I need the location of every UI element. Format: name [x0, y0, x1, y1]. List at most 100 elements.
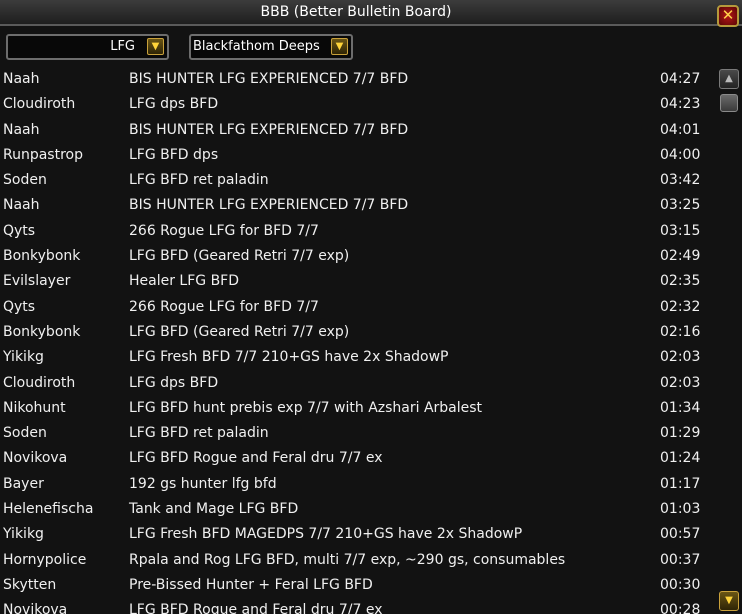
message-list: Naah BIS HUNTER LFG EXPERIENCED 7/7 BFD 04… [0, 67, 716, 614]
message-time: 03:42 [660, 172, 701, 189]
sender-name: Qyts [3, 222, 36, 239]
sender-name: Soden [3, 425, 47, 442]
message-text: LFG BFD dps [129, 146, 219, 163]
sender-name: Runpastrop [3, 146, 83, 163]
message-text: LFG dps BFD [129, 374, 219, 391]
list-item[interactable]: Yikikg LFG Fresh BFD MAGEDPS 7/7 210+GS h… [0, 522, 716, 547]
sender-name: Novikova [3, 450, 68, 467]
message-text: LFG dps BFD [129, 96, 219, 113]
list-item[interactable]: Evilslayer Healer LFG BFD 02:35 [0, 269, 716, 294]
message-text: Pre-Bissed Hunter + Feral LFG BFD [129, 576, 373, 593]
message-time: 00:30 [660, 576, 701, 593]
list-item[interactable]: Hornypolice Rpala and Rog LFG BFD, multi … [0, 548, 716, 573]
message-time: 04:23 [660, 96, 701, 113]
scrollbar[interactable]: ▲ ▼ [717, 67, 742, 614]
message-time: 01:24 [660, 450, 701, 467]
message-text: LFG BFD ret paladin [129, 425, 269, 442]
message-text: 192 gs hunter lfg bfd [129, 475, 277, 492]
message-text: Healer LFG BFD [129, 273, 240, 290]
list-item[interactable]: Soden LFG BFD ret paladin 03:42 [0, 168, 716, 193]
message-time: 02:16 [660, 323, 701, 340]
sender-name: Naah [3, 121, 40, 138]
category-dropdown[interactable]: LFG ▼ [6, 34, 169, 60]
list-item[interactable]: Naah BIS HUNTER LFG EXPERIENCED 7/7 BFD 04… [0, 118, 716, 143]
list-item[interactable]: Bonkybonk LFG BFD (Geared Retri 7/7 exp) 0… [0, 320, 716, 345]
sender-name: Skytten [3, 576, 57, 593]
scroll-down-button[interactable]: ▼ [719, 591, 739, 611]
message-time: 01:17 [660, 475, 701, 492]
sender-name: Yikikg [3, 349, 44, 366]
close-icon: ✕ [721, 6, 735, 24]
arrow-up-icon: ▲ [725, 73, 733, 84]
message-text: 266 Rogue LFG for BFD 7/7 [129, 298, 319, 315]
message-time: 01:29 [660, 425, 701, 442]
list-item[interactable]: Cloudiroth LFG dps BFD 02:03 [0, 371, 716, 396]
message-time: 00:37 [660, 551, 701, 568]
list-item[interactable]: Runpastrop LFG BFD dps 04:00 [0, 143, 716, 168]
list-item[interactable]: Bonkybonk LFG BFD (Geared Retri 7/7 exp) 0… [0, 244, 716, 269]
list-item[interactable]: Naah BIS HUNTER LFG EXPERIENCED 7/7 BFD 03… [0, 193, 716, 218]
list-item[interactable]: Cloudiroth LFG dps BFD 04:23 [0, 92, 716, 117]
message-text: LFG BFD Rogue and Feral dru 7/7 ex [129, 450, 383, 467]
sender-name: Helenefischa [3, 501, 94, 518]
message-time: 02:03 [660, 374, 701, 391]
message-text: 266 Rogue LFG for BFD 7/7 [129, 222, 319, 239]
chevron-down-icon[interactable]: ▼ [147, 38, 164, 55]
sender-name: Naah [3, 197, 40, 214]
list-item[interactable]: Bayer 192 gs hunter lfg bfd 01:17 [0, 472, 716, 497]
sender-name: Qyts [3, 298, 36, 315]
window-title: BBB (Better Bulletin Board) [260, 4, 452, 20]
message-time: 04:00 [660, 146, 701, 163]
sender-name: Yikikg [3, 526, 44, 543]
message-text: LFG BFD Rogue and Feral dru 7/7 ex [129, 602, 383, 614]
message-time: 04:01 [660, 121, 701, 138]
list-item[interactable]: Qyts 266 Rogue LFG for BFD 7/7 03:15 [0, 219, 716, 244]
message-time: 02:03 [660, 349, 701, 366]
sender-name: Evilslayer [3, 273, 71, 290]
message-time: 01:03 [660, 501, 701, 518]
category-dropdown-value: LFG [110, 39, 135, 54]
sender-name: Naah [3, 71, 40, 87]
message-text: LFG Fresh BFD 7/7 210+GS have 2x ShadowP [129, 349, 449, 366]
message-time: 02:35 [660, 273, 701, 290]
message-text: Tank and Mage LFG BFD [129, 501, 299, 518]
message-text: LFG BFD hunt prebis exp 7/7 with Azshari… [129, 399, 483, 416]
arrow-down-icon: ▼ [725, 595, 733, 606]
message-text: LFG Fresh BFD MAGEDPS 7/7 210+GS have 2x… [129, 526, 523, 543]
list-item[interactable]: Novikova LFG BFD Rogue and Feral dru 7/7 … [0, 598, 716, 614]
message-time: 01:34 [660, 399, 701, 416]
message-time: 02:49 [660, 248, 701, 265]
sender-name: Cloudiroth [3, 96, 76, 113]
dungeon-dropdown-value: Blackfathom Deeps [193, 39, 320, 54]
scroll-up-button[interactable]: ▲ [719, 69, 739, 89]
message-text: LFG BFD ret paladin [129, 172, 269, 189]
list-item[interactable]: Yikikg LFG Fresh BFD 7/7 210+GS have 2x S… [0, 345, 716, 370]
message-time: 00:57 [660, 526, 701, 543]
message-text: BIS HUNTER LFG EXPERIENCED 7/7 BFD [129, 197, 409, 214]
list-item[interactable]: Helenefischa Tank and Mage LFG BFD 01:03 [0, 497, 716, 522]
sender-name: Novikova [3, 602, 68, 614]
close-button[interactable]: ✕ [717, 5, 739, 27]
message-time: 04:27 [660, 71, 701, 87]
chevron-down-icon[interactable]: ▼ [331, 38, 348, 55]
list-item[interactable]: Nikohunt LFG BFD hunt prebis exp 7/7 with… [0, 396, 716, 421]
sender-name: Hornypolice [3, 551, 87, 568]
message-text: BIS HUNTER LFG EXPERIENCED 7/7 BFD [129, 71, 409, 87]
list-item[interactable]: Novikova LFG BFD Rogue and Feral dru 7/7 … [0, 446, 716, 471]
scroll-thumb[interactable] [720, 94, 738, 112]
message-time: 03:25 [660, 197, 701, 214]
message-text: BIS HUNTER LFG EXPERIENCED 7/7 BFD [129, 121, 409, 138]
list-item[interactable]: Skytten Pre-Bissed Hunter + Feral LFG BFD… [0, 573, 716, 598]
title-bar: BBB (Better Bulletin Board) ✕ [0, 0, 742, 27]
list-item[interactable]: Soden LFG BFD ret paladin 01:29 [0, 421, 716, 446]
sender-name: Bonkybonk [3, 323, 81, 340]
dungeon-dropdown[interactable]: Blackfathom Deeps ▼ [189, 34, 353, 60]
message-text: Rpala and Rog LFG BFD, multi 7/7 exp, ~2… [129, 551, 566, 568]
list-item[interactable]: Naah BIS HUNTER LFG EXPERIENCED 7/7 BFD 04… [0, 67, 716, 92]
list-item[interactable]: Qyts 266 Rogue LFG for BFD 7/7 02:32 [0, 295, 716, 320]
sender-name: Bonkybonk [3, 248, 81, 265]
message-time: 00:28 [660, 602, 701, 614]
message-text: LFG BFD (Geared Retri 7/7 exp) [129, 248, 350, 265]
sender-name: Soden [3, 172, 47, 189]
message-time: 02:32 [660, 298, 701, 315]
